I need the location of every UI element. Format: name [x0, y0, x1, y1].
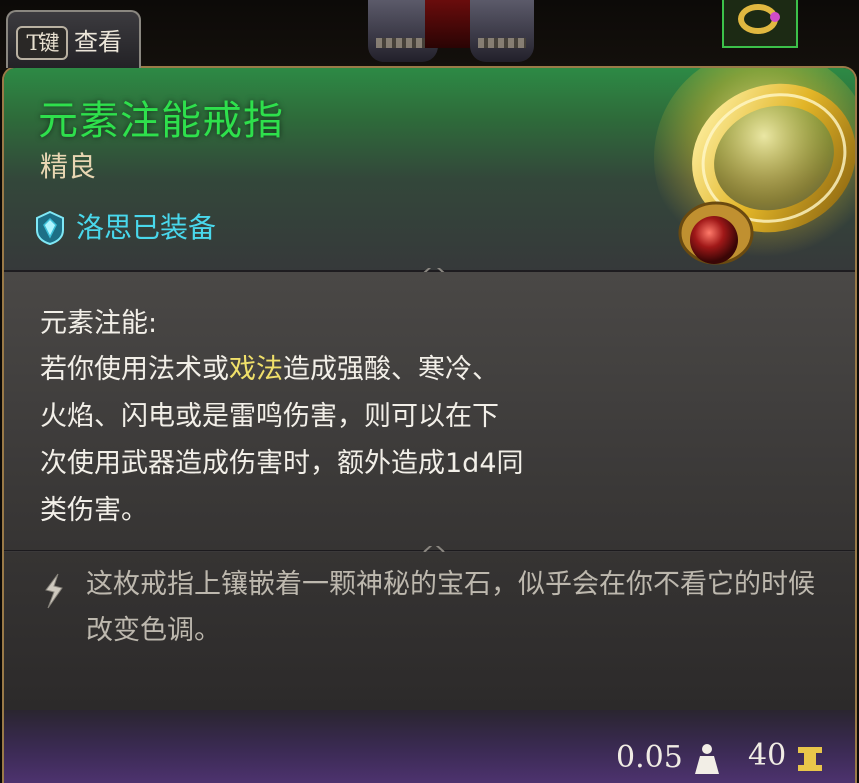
item-rarity: 精良 [40, 150, 97, 183]
flavor-text: 这枚戒指上镶嵌着一颗神秘的宝石，似乎会在你不看它的时候改变色调。 [86, 569, 815, 646]
passive-name: 元素注能: [40, 308, 158, 339]
hotkey-badge: T键 [16, 26, 68, 60]
passive-text-line: 造成强酸、寒冷、 [283, 354, 499, 385]
gold-coin-icon [798, 747, 822, 771]
item-name: 元素注能戒指 [38, 98, 284, 144]
shield-gem-icon [36, 210, 64, 246]
inspect-hotkey-tab[interactable]: T键 查看 [6, 10, 141, 68]
tooltip-header: 元素注能戒指 精良 洛思已装备 [4, 68, 855, 270]
hotkey-label: 查看 [74, 28, 122, 56]
passive-text-line: 火焰、闪电或是雷鸣伤害，则可以在下 [40, 401, 499, 432]
passive-text: 若你使用法术或戏法造成强酸、寒冷、 火焰、闪电或是雷鸣伤害，则可以在下 次使用武… [40, 346, 640, 534]
cantrip-keyword-link[interactable]: 戏法 [229, 354, 283, 385]
item-description: 元素注能: 若你使用法术或戏法造成强酸、寒冷、 火焰、闪电或是雷鸣伤害，则可以在… [4, 272, 855, 550]
passive-text-line: 次使用武器造成伤害时，额外造成1d4同 [40, 448, 524, 479]
equipped-ring-slot[interactable] [722, 0, 798, 48]
character-boot-right [470, 0, 534, 62]
equipped-by-text: 洛思已装备 [76, 211, 217, 244]
item-footer: 0.05 40 [4, 710, 855, 783]
equipped-status: 洛思已装备 [34, 208, 216, 248]
gold-value: 40 [748, 738, 787, 773]
weight-icon [695, 744, 719, 774]
quill-icon [45, 573, 63, 609]
passive-text-line: 若你使用法术或 [40, 354, 229, 385]
ring-icon [654, 68, 855, 268]
flavor-section: 这枚戒指上镶嵌着一颗神秘的宝石，似乎会在你不看它的时候改变色调。 [4, 552, 855, 710]
weight-value: 0.05 [616, 740, 683, 775]
item-tooltip: 元素注能戒指 精良 洛思已装备 元素注能: 若你使用法术或戏法造成强酸、寒冷、 … [2, 66, 857, 783]
passive-text-line: 类伤害。 [40, 495, 148, 526]
